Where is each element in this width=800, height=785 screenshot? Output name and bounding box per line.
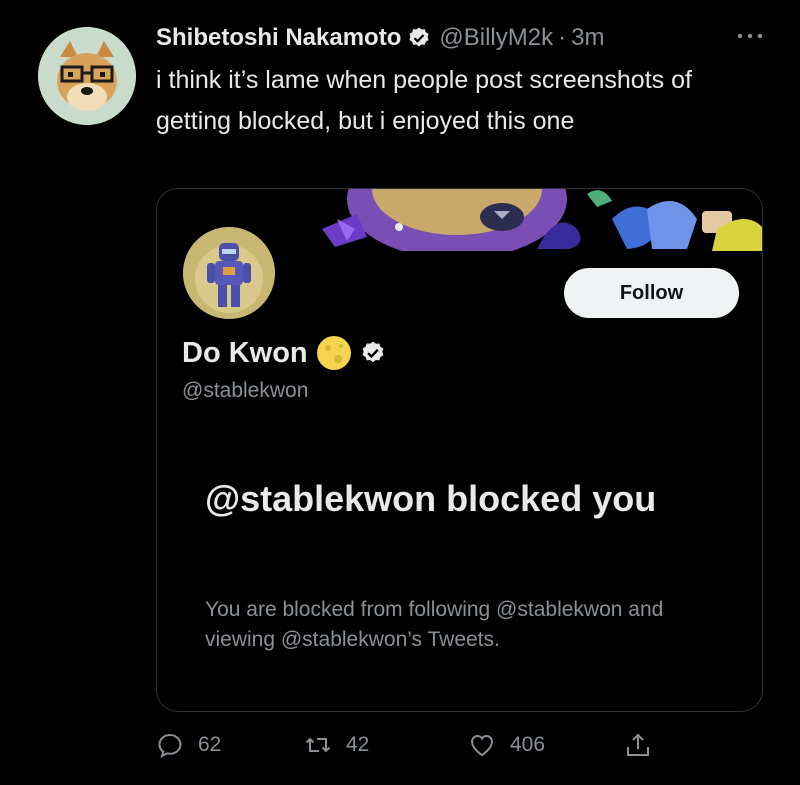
tweet-time[interactable]: 3m [571,24,604,52]
verified-badge-icon [407,26,431,50]
doge-avatar-icon [38,27,136,125]
reply-count: 62 [198,733,222,756]
retweet-button[interactable]: 42 [304,727,369,763]
tweet-text: i think it’s lame when people post scree… [156,66,692,135]
retweet-icon [305,737,331,753]
author-name[interactable]: Shibetoshi Nakamoto [156,24,401,52]
moon-emoji-icon [316,335,352,371]
reply-icon [158,733,182,758]
retweet-count: 42 [346,733,370,756]
like-button[interactable]: 406 [468,727,545,763]
reply-button[interactable]: 62 [156,727,221,763]
verified-badge-icon [360,340,386,366]
author-avatar[interactable] [38,27,136,125]
profile-name-row: Do Kwon [182,335,386,371]
blocked-description: You are blocked from following @stablekw… [205,598,664,651]
separator-dot: · [558,24,567,51]
robot-avatar-icon [183,227,275,319]
profile-handle: @stablekwon [182,379,309,402]
author-handle[interactable]: @BillyM2k [439,24,553,52]
profile-name: Do Kwon [182,336,308,369]
tweet-header: Shibetoshi Nakamoto @BillyM2k · 3m [156,22,766,54]
tweet-actions: 62 42 406 [156,727,676,763]
embedded-image-card[interactable]: Follow Do Kwon @stablekwon @stablekwon b… [156,188,763,712]
heart-icon [470,734,494,757]
like-count: 406 [510,733,546,756]
follow-button[interactable]: Follow [564,268,739,318]
do-kwon-avatar[interactable] [179,223,279,323]
share-button[interactable] [624,727,652,763]
share-icon [627,733,649,756]
blocked-title: @stablekwon blocked you [205,478,657,519]
ellipsis-icon[interactable] [735,24,765,48]
